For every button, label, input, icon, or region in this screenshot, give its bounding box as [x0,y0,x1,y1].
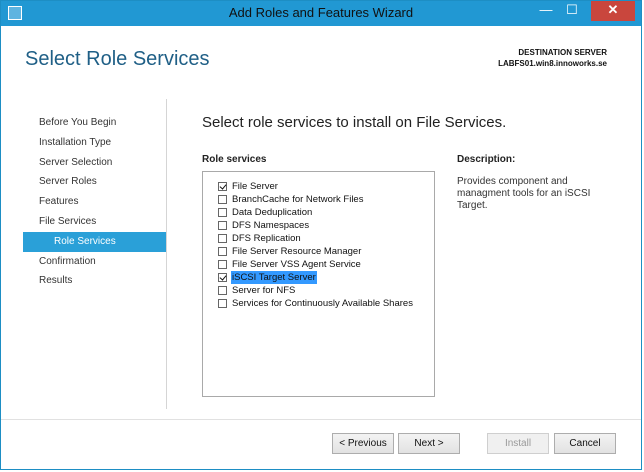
wizard-header: Select Role Services DESTINATION SERVER … [1,26,641,96]
destination-server-info: DESTINATION SERVER LABFS01.win8.innowork… [498,47,607,69]
nav-item-server-roles[interactable]: Server Roles [23,172,166,192]
role-label: DFS Namespaces [232,220,310,231]
nav-item-installation-type[interactable]: Installation Type [23,133,166,153]
role-label: DFS Replication [232,233,301,244]
description-text: Provides component and managment tools f… [457,176,591,211]
nav-item-features[interactable]: Features [23,192,166,212]
checkbox[interactable] [218,286,227,295]
checkbox[interactable] [218,221,227,230]
checkbox[interactable] [218,299,227,308]
nav-item-results: Results [39,275,73,287]
role-label: iSCSI Target Server [231,271,317,284]
role-label: File Server VSS Agent Service [232,259,361,270]
role-row-server-for-nfs[interactable]: Server for NFS [218,284,296,297]
role-row-branchcache[interactable]: BranchCache for Network Files [218,193,364,206]
nav-item-server-selection[interactable]: Server Selection [23,153,166,173]
role-row-file-server[interactable]: File Server [218,180,279,193]
nav-item-role-services[interactable]: Role Services [23,231,166,252]
destination-server-name: LABFS01.win8.innoworks.se [498,59,607,68]
previous-button[interactable]: < Previous [332,433,394,454]
role-services-label: Role services [202,154,267,165]
page-title: Select Role Services [25,48,210,70]
role-label: Server for NFS [232,285,296,296]
nav-item-confirmation: Confirmation [39,255,96,267]
role-row-file-server-vss-agent[interactable]: File Server VSS Agent Service [218,258,362,271]
role-row-data-deduplication[interactable]: Data Deduplication [218,206,313,219]
role-row-dfs-replication[interactable]: DFS Replication [218,232,302,245]
nav-item-before-you-begin[interactable]: Before You Begin [23,113,166,133]
main-heading: Select role services to install on File … [202,114,507,131]
checkbox[interactable] [218,182,227,191]
nav-item-file-services[interactable]: File Services [23,212,166,232]
role-label: File Server [232,181,278,192]
wizard-window: Add Roles and Features Wizard — ☐ ✕ Sele… [0,0,642,470]
install-button[interactable]: Install [487,433,549,454]
footer-divider [1,419,641,420]
role-services-list[interactable]: File Server BranchCache for Network File… [202,171,435,397]
nav-divider [166,99,167,409]
minimize-button[interactable]: — [533,1,559,21]
checkbox[interactable] [218,195,227,204]
description-label: Description: [457,154,516,165]
cancel-button[interactable]: Cancel [554,433,616,454]
role-label: Data Deduplication [232,207,313,218]
destination-label: DESTINATION SERVER [518,48,607,57]
checkbox[interactable] [218,234,227,243]
checkbox[interactable] [218,260,227,269]
role-row-dfs-namespaces[interactable]: DFS Namespaces [218,219,310,232]
role-row-iscsi-target-server[interactable]: iSCSI Target Server [218,271,317,284]
role-row-continuously-available-shares[interactable]: Services for Continuously Available Shar… [218,297,414,310]
next-button[interactable]: Next > [398,433,460,454]
wizard-navigation: Before You Begin Installation Type Serve… [23,113,166,291]
maximize-button[interactable]: ☐ [559,1,585,21]
checkbox[interactable] [218,247,227,256]
close-button[interactable]: ✕ [591,1,635,21]
role-row-file-server-resource-manager[interactable]: File Server Resource Manager [218,245,362,258]
checkbox[interactable] [218,273,227,282]
title-bar[interactable]: Add Roles and Features Wizard — ☐ ✕ [1,1,641,26]
checkbox[interactable] [218,208,227,217]
role-label: BranchCache for Network Files [232,194,364,205]
role-label: Services for Continuously Available Shar… [232,298,413,309]
role-label: File Server Resource Manager [232,246,362,257]
